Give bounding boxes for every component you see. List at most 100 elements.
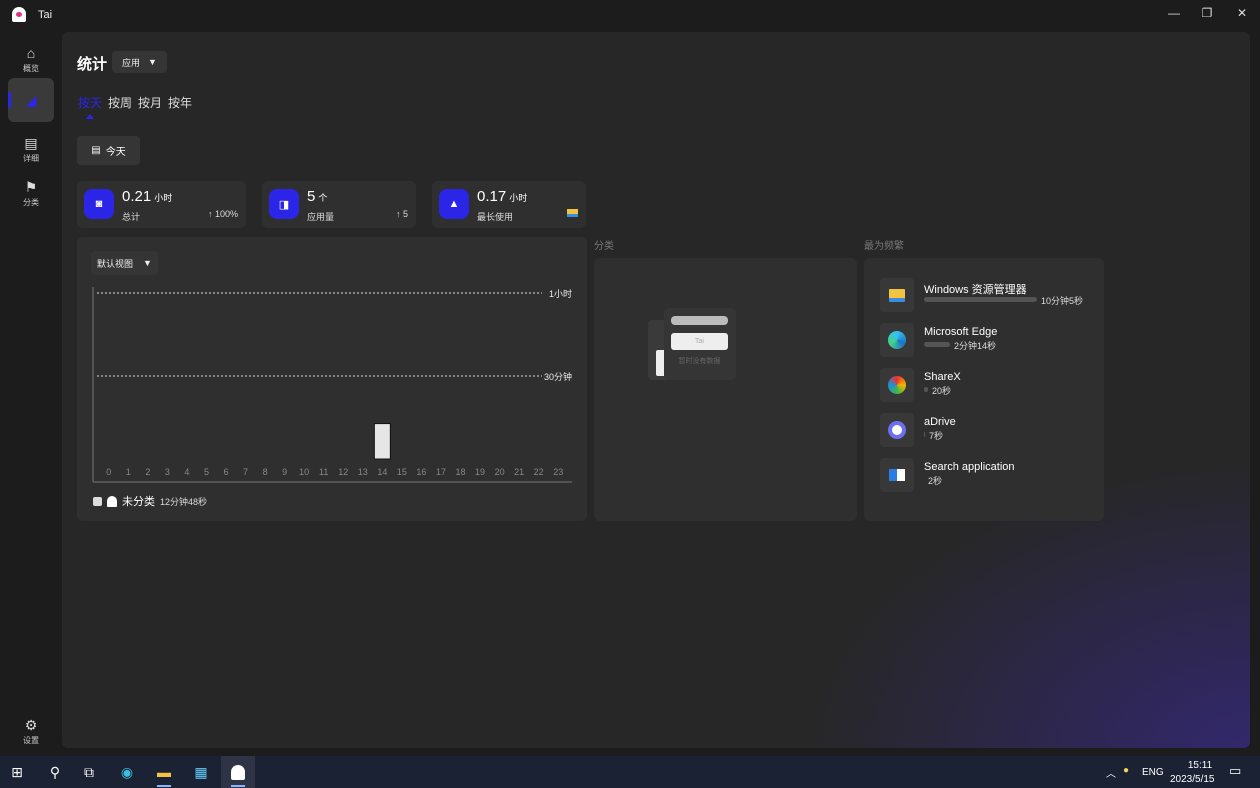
language-indicator[interactable]: ENG xyxy=(1142,767,1164,778)
date-label: 今天 xyxy=(105,147,126,158)
sidebar-item-details[interactable]: ▤ 详细 xyxy=(8,126,54,170)
app-name: aDrive xyxy=(924,416,956,428)
filter-dropdown[interactable]: 应用 ▼ xyxy=(112,51,167,73)
edge-icon xyxy=(880,323,914,357)
bar xyxy=(373,423,391,460)
filter-value: 应用 xyxy=(122,57,141,68)
tai-taskbar-icon[interactable] xyxy=(221,756,255,788)
app-time: 2秒 xyxy=(928,476,943,486)
main-panel: 统计 应用 ▼ 按天 按周 按月 按年 ▤ 今天 ◙ 0.21 小时 总计 ↑ 100… xyxy=(62,32,1250,748)
caret-down-icon: ▼ xyxy=(148,57,157,67)
sidebar-item-category[interactable]: ⚑ 分类 xyxy=(8,170,54,214)
tab-month[interactable]: 按月 xyxy=(138,94,162,111)
x-tick-label: 12 xyxy=(338,467,348,477)
tab-year[interactable]: 按年 xyxy=(168,94,192,111)
x-tick-label: 19 xyxy=(475,467,485,477)
edge-icon[interactable]: ◉ xyxy=(110,756,144,788)
frequent-app-item[interactable]: aDrive 7秒 xyxy=(880,413,1100,449)
app-time: 10分钟5秒 xyxy=(1041,296,1084,306)
chart-legend: 未分类 12分钟48秒 xyxy=(93,493,207,509)
x-tick-label: 6 xyxy=(224,467,229,477)
x-tick-label: 21 xyxy=(514,467,524,477)
gear-icon: ⚙ xyxy=(24,717,38,733)
tray-chevron-icon[interactable]: ︿ xyxy=(1106,765,1116,780)
x-tick-label: 5 xyxy=(204,467,209,477)
clock-date[interactable]: 2023/5/15 xyxy=(1170,774,1215,785)
sidebar-item-label: 设置 xyxy=(23,736,39,745)
period-tabs: 按天 按周 按月 按年 xyxy=(78,94,192,119)
start-button[interactable]: ⊞ xyxy=(0,756,34,788)
stat-total: ◙ 0.21 小时 总计 ↑ 100% xyxy=(77,181,246,228)
frequent-app-item[interactable]: Microsoft Edge 2分钟14秒 xyxy=(880,323,1100,359)
stat-unit: 小时 xyxy=(154,193,173,203)
title-bar: Tai — ❐ ✕ xyxy=(0,0,1260,30)
app-name: ShareX xyxy=(924,371,961,383)
stat-label: 应用量 xyxy=(307,212,335,222)
stat-value: 0.21 xyxy=(122,188,152,205)
sidebar-item-label: 分类 xyxy=(23,198,39,207)
date-picker-button[interactable]: ▤ 今天 xyxy=(77,136,140,165)
app-title: Tai xyxy=(38,9,53,21)
frequent-app-item[interactable]: Windows 资源管理器 10分钟5秒 xyxy=(880,278,1100,314)
app-name: Microsoft Edge xyxy=(924,326,998,338)
tab-week[interactable]: 按周 xyxy=(108,94,132,111)
x-tick-label: 7 xyxy=(243,467,248,477)
x-tick-label: 16 xyxy=(416,467,426,477)
sidebar: ⌂ 概览 ◢ ▤ 详细 ⚑ 分类 ⚙ 设置 xyxy=(0,32,62,756)
x-tick-label: 10 xyxy=(299,467,309,477)
notification-icon[interactable]: ▭ xyxy=(1229,763,1241,779)
x-tick-label: 8 xyxy=(263,467,268,477)
details-icon: ▤ xyxy=(24,135,38,151)
stat-label: 最长使用 xyxy=(477,212,514,222)
usage-bar xyxy=(924,342,950,347)
file-explorer-icon[interactable]: ▬ xyxy=(147,756,181,788)
x-tick-label: 17 xyxy=(436,467,446,477)
empty-text: 暂时没有数据 xyxy=(678,358,721,365)
minimize-button[interactable]: — xyxy=(1164,6,1184,20)
calendar-icon: ▤ xyxy=(91,145,101,156)
frequent-app-item[interactable]: Search application 2秒 xyxy=(880,458,1100,494)
maximize-button[interactable]: ❐ xyxy=(1197,6,1217,20)
screen-clock-icon: ◙ xyxy=(84,189,114,219)
sidebar-item-overview[interactable]: ⌂ 概览 xyxy=(8,36,54,80)
tai-logo-icon xyxy=(12,7,26,22)
tray-app-icon[interactable]: ● xyxy=(1123,765,1129,776)
x-tick-label: 4 xyxy=(184,467,189,477)
clock-time[interactable]: 15:11 xyxy=(1182,760,1218,771)
store-icon[interactable]: ▦ xyxy=(184,756,218,788)
x-tick-label: 22 xyxy=(534,467,544,477)
sidebar-item-label: 概览 xyxy=(23,64,39,73)
tai-logo-icon xyxy=(107,495,117,507)
tab-day[interactable]: 按天 xyxy=(78,94,102,119)
app-time: 7秒 xyxy=(929,431,944,441)
task-view-icon[interactable]: ⧉ xyxy=(72,756,106,788)
stat-app-count: ◨ 5个 应用量 ↑ 5 xyxy=(262,181,416,228)
category-card: Tai 暂时没有数据 xyxy=(594,258,857,521)
x-tick-label: 20 xyxy=(495,467,505,477)
sharex-icon xyxy=(880,368,914,402)
legend-checkbox[interactable] xyxy=(93,496,102,506)
empty-tag: Tai xyxy=(671,333,728,350)
stat-value: 5 xyxy=(307,188,316,205)
x-tick-label: 11 xyxy=(319,467,328,477)
stat-change: ↑ 5 xyxy=(395,209,408,219)
sidebar-item-statistics[interactable]: ◢ xyxy=(8,78,54,122)
x-tick-label: 13 xyxy=(358,467,368,477)
y-tick-label: 30分钟 xyxy=(544,371,572,382)
close-button[interactable]: ✕ xyxy=(1232,6,1252,20)
sidebar-item-settings[interactable]: ⚙ 设置 xyxy=(8,708,54,752)
x-tick-label: 2 xyxy=(145,467,150,477)
x-tick-label: 3 xyxy=(165,467,170,477)
hourly-bar-chart: 30分钟1小时0 1 2 3 4 5 6 7 8 9 10 11 12 13 14 15 16 17 18 19 20 2… xyxy=(92,287,572,483)
search-icon[interactable]: ⚲ xyxy=(38,756,72,788)
folder-icon xyxy=(880,278,914,312)
x-tick-label: 23 xyxy=(553,467,563,477)
search-app-icon xyxy=(880,458,914,492)
stat-longest: ▲ 0.17 小时 最长使用 xyxy=(432,181,586,228)
frequent-app-item[interactable]: ShareX 20秒 xyxy=(880,368,1100,404)
x-tick-label: 1 xyxy=(126,467,131,477)
x-tick-label: 18 xyxy=(456,467,466,477)
sidebar-item-label: 详细 xyxy=(23,154,39,163)
stat-unit: 个 xyxy=(318,193,328,203)
adrive-icon xyxy=(880,413,914,447)
